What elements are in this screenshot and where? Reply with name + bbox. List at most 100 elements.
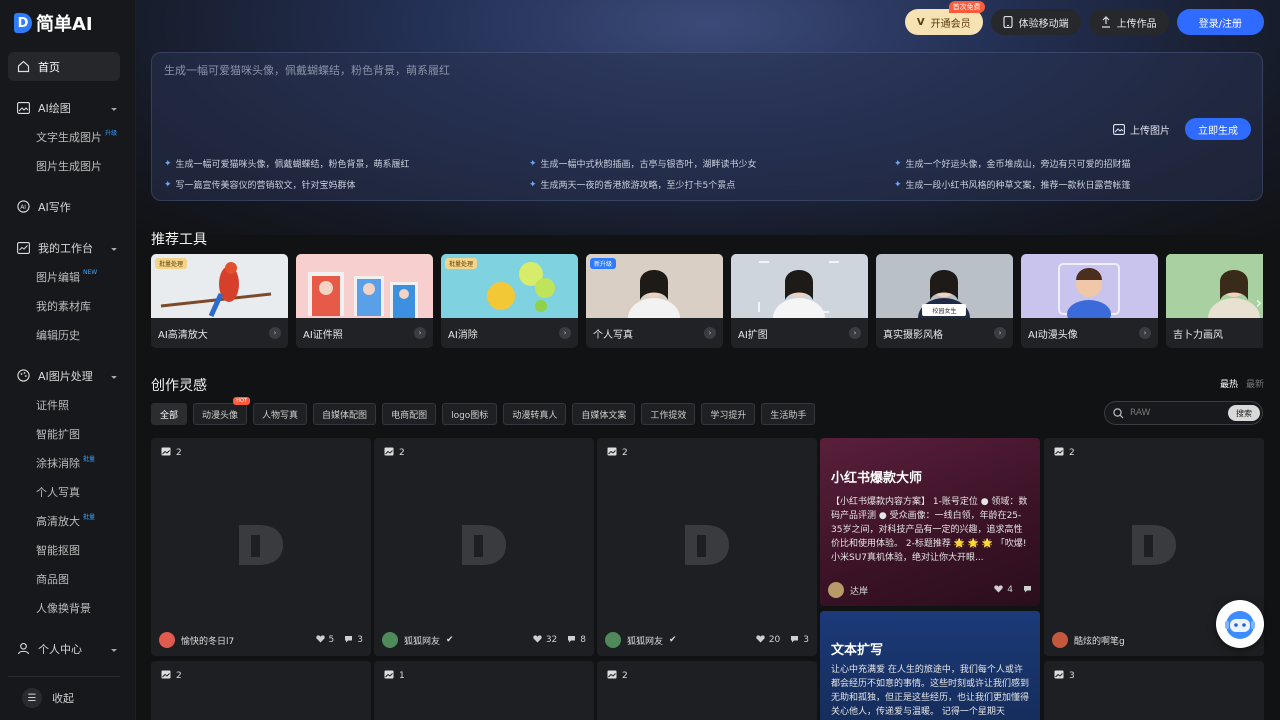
chevron-right-icon[interactable]: › bbox=[414, 327, 426, 339]
sidebar-section-5[interactable]: 我的工作台 bbox=[8, 233, 120, 262]
tool-card[interactable]: 新升级 个人写真 › bbox=[586, 254, 723, 348]
inspiration-card[interactable]: 2 狐狐网友 ✔ 20 3 bbox=[597, 438, 817, 656]
tool-card[interactable]: 吉卜力画风 › bbox=[1166, 254, 1263, 348]
sidebar-subitem-11[interactable]: 智能扩图 bbox=[8, 419, 120, 448]
chevron-down-icon[interactable] bbox=[110, 243, 118, 251]
tool-thumbnail bbox=[1021, 254, 1158, 318]
chevron-down-icon[interactable] bbox=[110, 103, 118, 111]
inspiration-title: 创作灵感 bbox=[151, 378, 207, 394]
filter-chip[interactable]: logo图标 bbox=[442, 403, 498, 425]
sidebar-subitem-17[interactable]: 人像换背景 bbox=[8, 593, 120, 622]
prompt-suggestion[interactable]: ✦ 生成一幅可爱猫咪头像，佩戴蝴蝶结，粉色背景，萌系履红 bbox=[164, 157, 529, 171]
generate-button[interactable]: 立即生成 bbox=[1185, 118, 1251, 140]
card-author[interactable]: 狐狐网友 ✔ bbox=[605, 632, 677, 648]
tool-card[interactable]: AI动漫头像 › bbox=[1021, 254, 1158, 348]
sidebar-subitem-3[interactable]: 图片生成图片 bbox=[8, 151, 120, 180]
tool-card[interactable]: 批量处理 AI高清放大 › bbox=[151, 254, 288, 348]
comment-button[interactable]: 3 bbox=[790, 635, 809, 646]
search-button[interactable]: 搜索 bbox=[1228, 405, 1260, 421]
upload-work-label: 上传作品 bbox=[1116, 18, 1157, 30]
sidebar-subitem-15[interactable]: 智能抠图 bbox=[8, 535, 120, 564]
sidebar-subitem-7[interactable]: 我的素材库 bbox=[8, 291, 120, 320]
like-button[interactable]: 5 bbox=[315, 634, 334, 646]
magic-wand-icon: ✦ bbox=[529, 179, 537, 190]
sidebar-subitem-14[interactable]: 高清放大 批量 bbox=[8, 506, 120, 535]
sidebar-subitem-13[interactable]: 个人写真 bbox=[8, 477, 120, 506]
inspiration-card[interactable]: 1 bbox=[374, 661, 594, 720]
sidebar-subitem-6[interactable]: 图片编辑 NEW bbox=[8, 262, 120, 291]
upload-image-button[interactable]: 上传图片 bbox=[1113, 122, 1170, 137]
carousel-next-icon[interactable]: › bbox=[1256, 293, 1262, 312]
vip-button[interactable]: V 开通会员 首次免费 bbox=[904, 1, 985, 35]
prompt-suggestion[interactable]: ✦ 生成一个好运头像，金币堆成山，旁边有只可爱的招财猫 bbox=[894, 157, 1254, 171]
sidebar-subitem-2[interactable]: 文字生成图片 升级 bbox=[8, 122, 120, 151]
like-button[interactable]: 32 bbox=[533, 634, 557, 646]
prompt-suggestion[interactable]: ✦ 生成两天一夜的香港旅游攻略，至少打卡5个景点 bbox=[529, 178, 894, 192]
tool-card[interactable]: AI证件照 › bbox=[296, 254, 433, 348]
sidebar-subitem-8[interactable]: 编辑历史 bbox=[8, 320, 120, 349]
like-button[interactable]: 4 bbox=[994, 584, 1013, 596]
collapse-button[interactable]: ☰ 收起 bbox=[22, 688, 74, 708]
card-author[interactable]: 愉快的冬日l7 bbox=[159, 632, 234, 648]
heart-icon bbox=[994, 584, 1003, 596]
chevron-right-icon[interactable]: › bbox=[559, 327, 571, 339]
chevron-right-icon[interactable]: › bbox=[849, 327, 861, 339]
sidebar-section-9[interactable]: AI图片处理 bbox=[8, 361, 120, 390]
sidebar-subitem-12[interactable]: 涂抹消除 批量 bbox=[8, 448, 120, 477]
sort-hot[interactable]: 最热 bbox=[1220, 377, 1238, 390]
comment-button[interactable] bbox=[1023, 585, 1032, 596]
prompt-suggestion[interactable]: ✦ 生成一段小红书风格的种草文案，推荐一款秋日露营帐篷 bbox=[894, 178, 1254, 192]
filter-chip[interactable]: 工作提效 bbox=[641, 403, 696, 425]
filter-chip[interactable]: 自媒体文案 bbox=[572, 403, 636, 425]
chevron-right-icon[interactable]: › bbox=[994, 327, 1006, 339]
filter-chip[interactable]: 动漫转真人 bbox=[503, 403, 567, 425]
card-author[interactable]: 酷炫的啊笔g bbox=[1052, 632, 1125, 648]
text-expand-card[interactable]: 文本扩写 让心中充满爱 在人生的旅途中，我们每个人或许都会经历不如意的事情。这些时… bbox=[820, 611, 1040, 720]
card-author[interactable]: 狐狐网友 ✔ bbox=[382, 632, 454, 648]
sidebar-item-label: 个人中心 bbox=[38, 642, 82, 656]
image-count: 2 bbox=[607, 447, 628, 459]
sidebar-section-1[interactable]: AI绘图 bbox=[8, 93, 120, 122]
filter-chip[interactable]: 自媒体配图 bbox=[313, 403, 377, 425]
inspiration-card[interactable]: 2 bbox=[597, 661, 817, 720]
card-author[interactable]: 达岸 bbox=[828, 582, 868, 598]
filter-chip[interactable]: 学习提升 bbox=[701, 403, 756, 425]
xiaohongshu-card[interactable]: 小红书爆款大师 【小红书爆款内容方案】 1-账号定位 ● 领域：数码产品评测 ● … bbox=[820, 438, 1040, 606]
prompt-suggestion[interactable]: ✦ 生成一幅中式秋韵插画，古亭与银杏叶，湖畔读书少女 bbox=[529, 157, 894, 171]
tool-card[interactable]: 批量处理 AI消除 › bbox=[441, 254, 578, 348]
like-button[interactable]: 20 bbox=[756, 634, 780, 646]
login-button[interactable]: 登录/注册 bbox=[1176, 9, 1264, 35]
comment-button[interactable]: 3 bbox=[344, 635, 363, 646]
inspiration-card[interactable]: 2 愉快的冬日l7 5 3 bbox=[151, 438, 371, 656]
chevron-right-icon[interactable]: › bbox=[704, 327, 716, 339]
prompt-input[interactable] bbox=[164, 64, 1064, 77]
chevron-right-icon[interactable]: › bbox=[269, 327, 281, 339]
sidebar-section-0[interactable]: 首页 bbox=[8, 52, 120, 81]
mobile-button[interactable]: 体验移动端 bbox=[990, 9, 1081, 35]
tool-card[interactable]: 校园女生 真实摄影风格 › bbox=[876, 254, 1013, 348]
sidebar-subitem-16[interactable]: 商品图 bbox=[8, 564, 120, 593]
inspiration-card[interactable]: 3 bbox=[1044, 661, 1264, 720]
inspiration-card[interactable]: 2 狐狐网友 ✔ 32 8 bbox=[374, 438, 594, 656]
filter-chip[interactable]: 全部 bbox=[151, 403, 188, 425]
filter-chip[interactable]: 动漫头像 HOT bbox=[193, 397, 251, 425]
upload-work-button[interactable]: 上传作品 bbox=[1088, 9, 1169, 35]
comment-button[interactable]: 8 bbox=[567, 635, 586, 646]
chevron-down-icon[interactable] bbox=[110, 644, 118, 652]
tool-card[interactable]: AI扩图 › bbox=[731, 254, 868, 348]
filter-chip[interactable]: 电商配图 bbox=[382, 403, 437, 425]
chevron-right-icon[interactable]: › bbox=[1139, 327, 1151, 339]
filter-chip[interactable]: 人物写真 bbox=[253, 403, 308, 425]
inspiration-card[interactable]: 2 bbox=[151, 661, 371, 720]
filter-chip[interactable]: 生活助手 bbox=[761, 403, 816, 425]
sidebar-section-4[interactable]: AI AI写作 bbox=[8, 192, 120, 221]
assistant-bot-button[interactable] bbox=[1216, 600, 1264, 648]
chevron-down-icon[interactable] bbox=[110, 371, 118, 379]
search-input[interactable] bbox=[1130, 408, 1220, 418]
brand-logo[interactable]: D 简单AI bbox=[14, 10, 93, 36]
prompt-suggestion[interactable]: ✦ 写一篇宣传美容仪的营销软文，针对宝妈群体 bbox=[164, 178, 529, 192]
sort-new[interactable]: 最新 bbox=[1246, 377, 1264, 390]
card-stats: 20 3 bbox=[756, 634, 809, 646]
sidebar-section-18[interactable]: 个人中心 bbox=[8, 634, 120, 663]
sidebar-subitem-10[interactable]: 证件照 bbox=[8, 390, 120, 419]
